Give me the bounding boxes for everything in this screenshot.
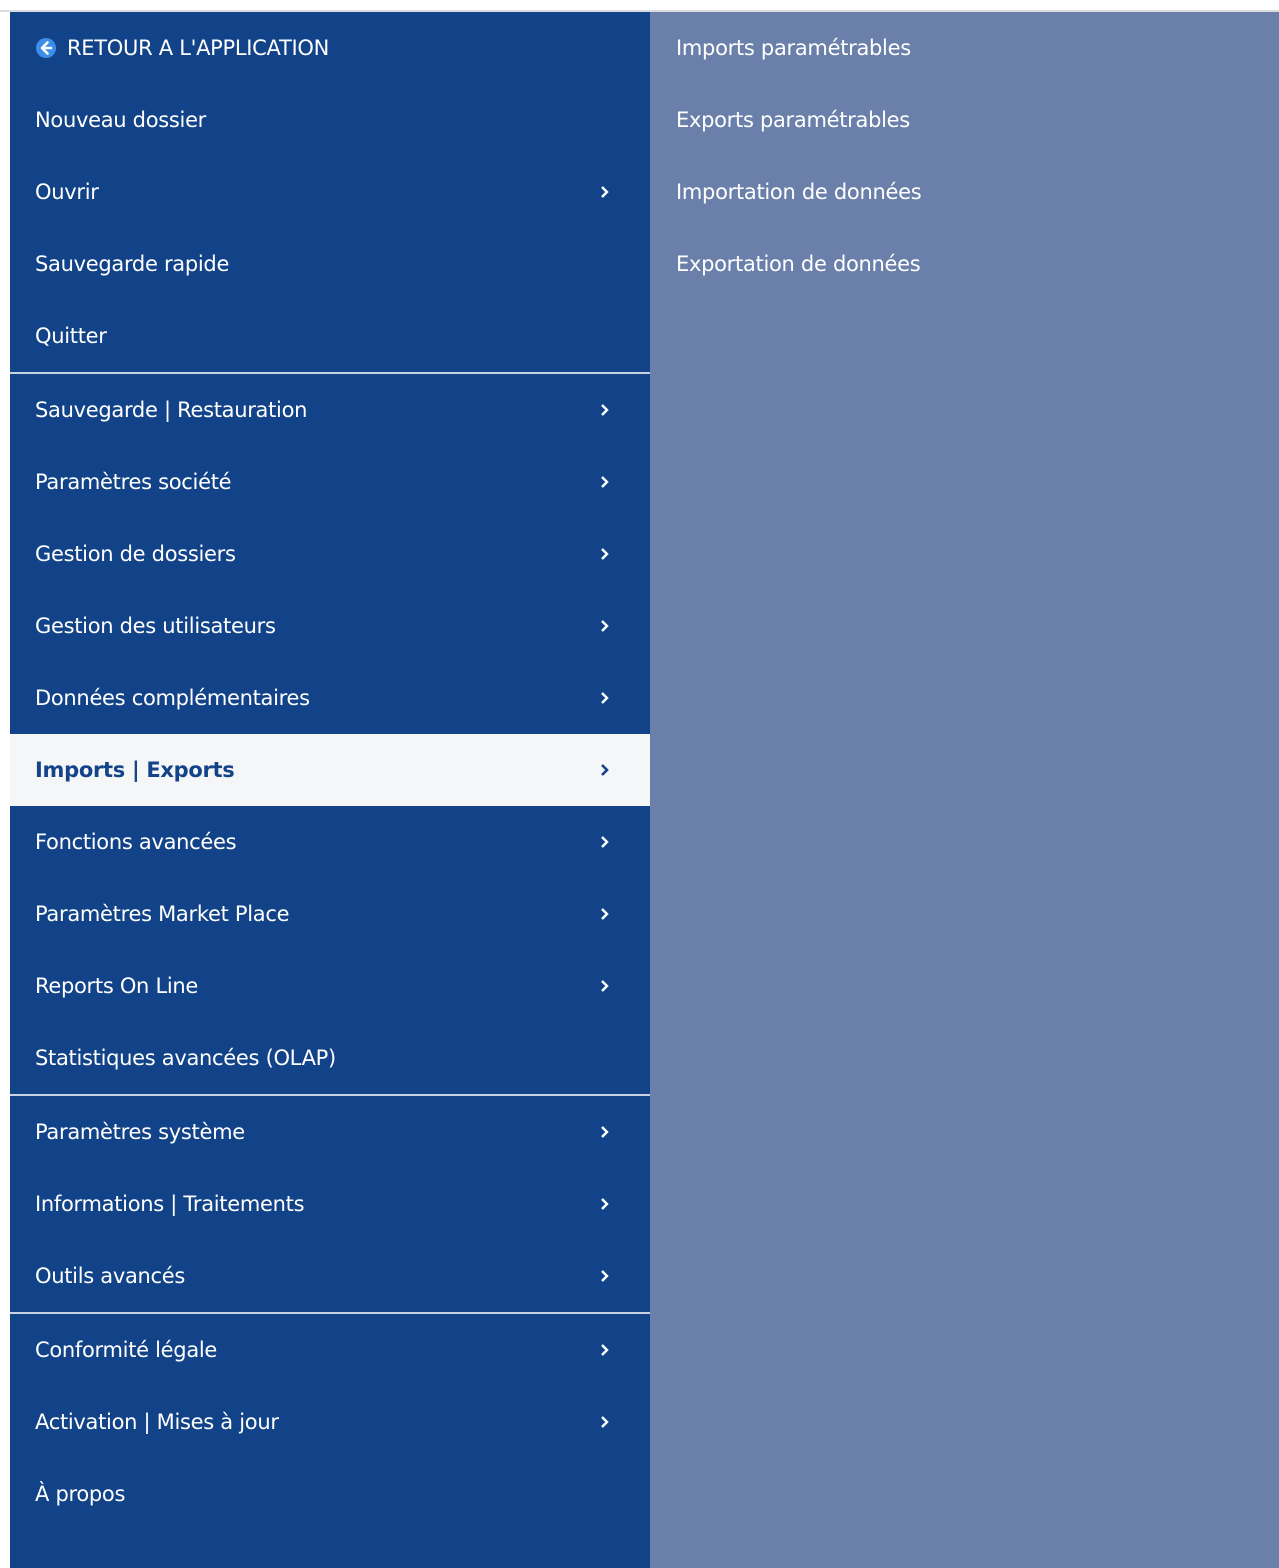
chevron-right-icon: [600, 590, 610, 662]
menu-item-a-propos[interactable]: À propos: [10, 1458, 650, 1530]
chevron-right-icon: [600, 806, 610, 878]
chevron-right-icon: [600, 374, 610, 446]
menu-item-label: Imports | Exports: [35, 758, 235, 782]
menu-item-sauvegarde-restauration[interactable]: Sauvegarde | Restauration: [10, 374, 650, 446]
menu-item-ouvrir[interactable]: Ouvrir: [10, 156, 650, 228]
submenu-item-label: Exportation de données: [676, 252, 921, 276]
menu-item-label: Gestion des utilisateurs: [35, 614, 276, 638]
menu-item-label: Activation | Mises à jour: [35, 1410, 279, 1434]
menu-item-parametres-systeme[interactable]: Paramètres système: [10, 1096, 650, 1168]
menu-item-label: Sauvegarde rapide: [35, 252, 230, 276]
submenu-item-label: Imports paramétrables: [676, 36, 911, 60]
chevron-right-icon: [600, 1096, 610, 1168]
submenu-item-imports-parametrables[interactable]: Imports paramétrables: [650, 12, 1279, 84]
chevron-right-icon: [600, 878, 610, 950]
chevron-right-icon: [600, 446, 610, 518]
menu-item-imports-exports[interactable]: Imports | Exports: [10, 734, 650, 806]
menu-item-label: Statistiques avancées (OLAP): [35, 1046, 336, 1070]
submenu-item-label: Exports paramétrables: [676, 108, 910, 132]
back-label: RETOUR A L'APPLICATION: [67, 36, 330, 60]
menu-item-parametres-market-place[interactable]: Paramètres Market Place: [10, 878, 650, 950]
menu-item-label: Informations | Traitements: [35, 1192, 305, 1216]
menu-item-label: Paramètres société: [35, 470, 232, 494]
main-menu-panel: RETOUR A L'APPLICATION Nouveau dossier O…: [10, 12, 650, 1568]
menu-item-label: Paramètres Market Place: [35, 902, 290, 926]
submenu-item-exports-parametrables[interactable]: Exports paramétrables: [650, 84, 1279, 156]
window-top-edge: [0, 0, 1279, 12]
menu-item-label: À propos: [35, 1482, 126, 1506]
imports-exports-submenu: Imports paramétrables Exports paramétrab…: [650, 12, 1279, 300]
chevron-right-icon: [600, 1386, 610, 1458]
arrow-left-circle-icon: [35, 37, 57, 59]
chevron-right-icon: [600, 1314, 610, 1386]
menu-item-donnees-complementaires[interactable]: Données complémentaires: [10, 662, 650, 734]
menu-item-parametres-societe[interactable]: Paramètres société: [10, 446, 650, 518]
chevron-right-icon: [600, 518, 610, 590]
menu-item-gestion-de-dossiers[interactable]: Gestion de dossiers: [10, 518, 650, 590]
menu-item-quitter[interactable]: Quitter: [10, 300, 650, 372]
menu-item-informations-traitements[interactable]: Informations | Traitements: [10, 1168, 650, 1240]
menu-item-nouveau-dossier[interactable]: Nouveau dossier: [10, 84, 650, 156]
chevron-right-icon: [600, 734, 610, 806]
main-menu: RETOUR A L'APPLICATION Nouveau dossier O…: [10, 12, 650, 1530]
menu-item-sauvegarde-rapide[interactable]: Sauvegarde rapide: [10, 228, 650, 300]
submenu-item-exportation-de-donnees[interactable]: Exportation de données: [650, 228, 1279, 300]
menu-item-conformite-legale[interactable]: Conformité légale: [10, 1314, 650, 1386]
menu-item-outils-avances[interactable]: Outils avancés: [10, 1240, 650, 1312]
chevron-right-icon: [600, 1240, 610, 1312]
menu-item-label: Fonctions avancées: [35, 830, 237, 854]
chevron-right-icon: [600, 950, 610, 1022]
menu-item-label: Sauvegarde | Restauration: [35, 398, 308, 422]
menu-item-statistiques-avancees[interactable]: Statistiques avancées (OLAP): [10, 1022, 650, 1094]
menu-item-label: Ouvrir: [35, 180, 99, 204]
menu-item-gestion-des-utilisateurs[interactable]: Gestion des utilisateurs: [10, 590, 650, 662]
submenu-item-label: Importation de données: [676, 180, 922, 204]
menu-item-label: Gestion de dossiers: [35, 542, 236, 566]
submenu-item-importation-de-donnees[interactable]: Importation de données: [650, 156, 1279, 228]
menu-item-label: Nouveau dossier: [35, 108, 207, 132]
menu-item-reports-on-line[interactable]: Reports On Line: [10, 950, 650, 1022]
menu-item-label: Reports On Line: [35, 974, 199, 998]
submenu-panel: Imports paramétrables Exports paramétrab…: [650, 12, 1279, 1568]
menu-item-label: Conformité légale: [35, 1338, 218, 1362]
menu-item-activation-mises-a-jour[interactable]: Activation | Mises à jour: [10, 1386, 650, 1458]
chevron-right-icon: [600, 1168, 610, 1240]
back-to-application-button[interactable]: RETOUR A L'APPLICATION: [10, 12, 650, 84]
menu-item-label: Outils avancés: [35, 1264, 186, 1288]
chevron-right-icon: [600, 156, 610, 228]
menu-item-fonctions-avancees[interactable]: Fonctions avancées: [10, 806, 650, 878]
menu-item-label: Paramètres système: [35, 1120, 245, 1144]
menu-item-label: Données complémentaires: [35, 686, 310, 710]
menu-item-label: Quitter: [35, 324, 107, 348]
chevron-right-icon: [600, 662, 610, 734]
